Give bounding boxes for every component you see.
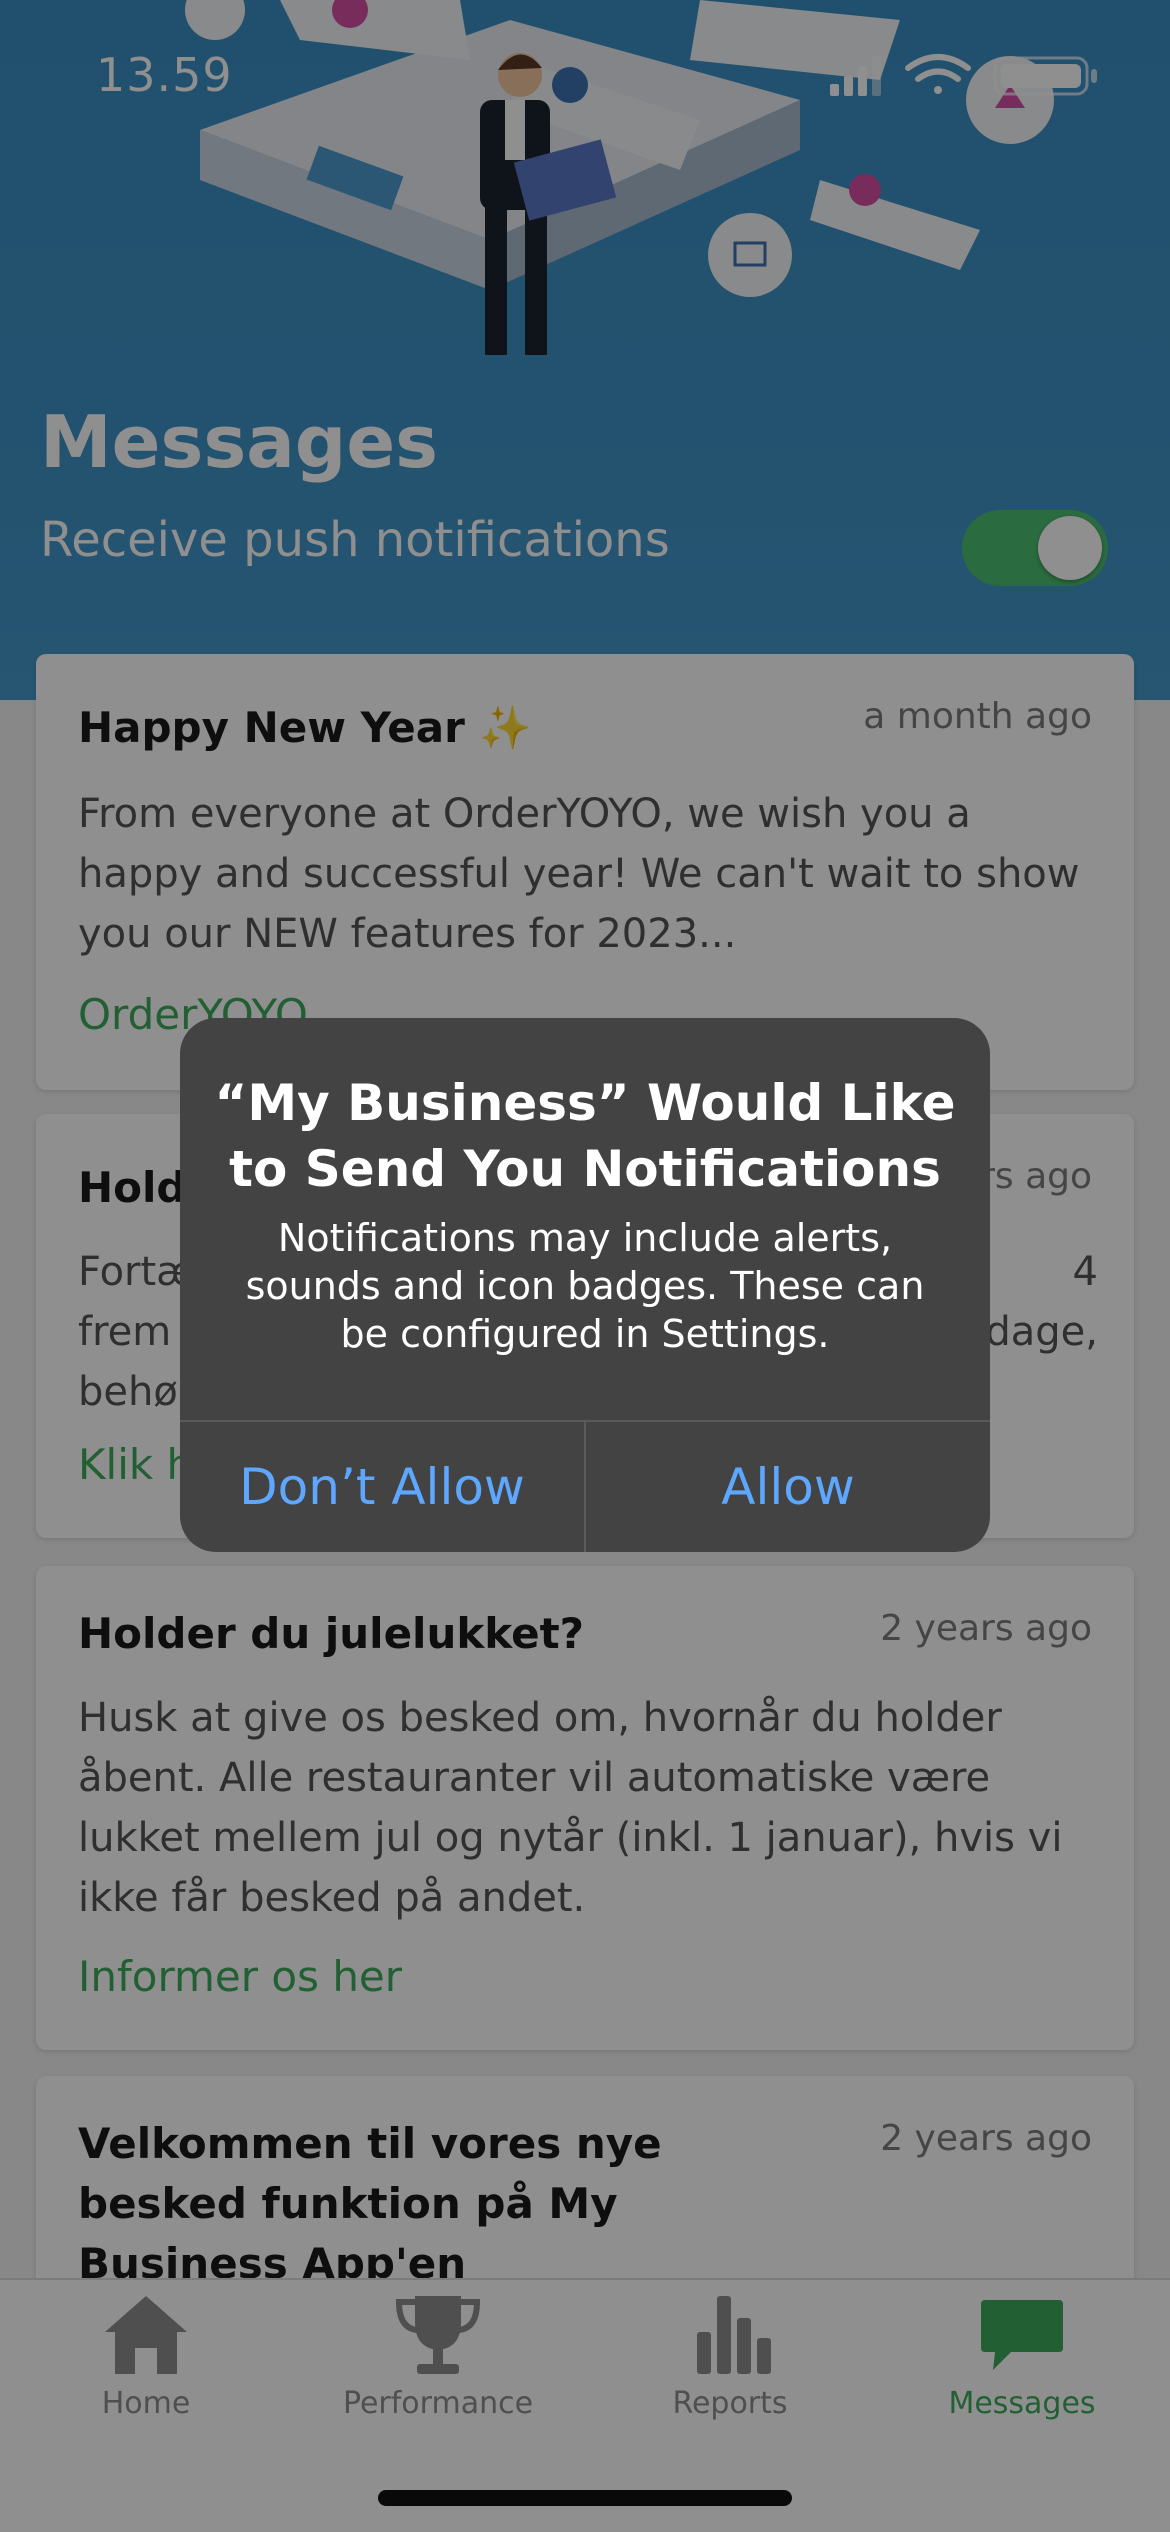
alert-message: Notifications may include alerts, sounds…	[245, 1216, 925, 1356]
notification-permission-alert: “My Business” Would Like to Send You Not…	[180, 1018, 990, 1552]
dont-allow-button[interactable]: Don’t Allow	[180, 1422, 584, 1552]
alert-title: “My Business” Would Like to Send You Not…	[214, 1074, 956, 1198]
allow-button[interactable]: Allow	[586, 1422, 990, 1552]
